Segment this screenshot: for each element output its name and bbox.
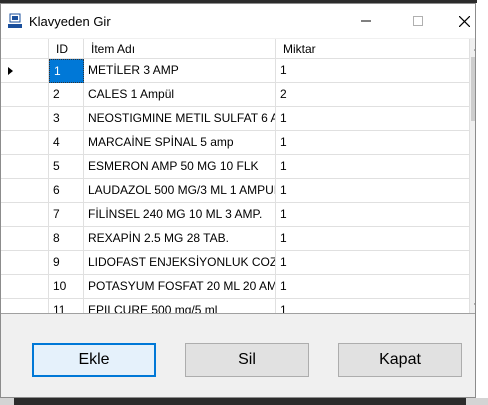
cell-id[interactable]: 8: [49, 227, 84, 251]
cell-id[interactable]: 7: [49, 203, 84, 227]
row-header[interactable]: [1, 131, 49, 155]
row-header[interactable]: [1, 179, 49, 203]
cell-id[interactable]: 9: [49, 251, 84, 275]
close-button[interactable]: Kapat: [338, 343, 462, 377]
cell-item-name[interactable]: LAUDAZOL 500 MG/3 ML 1 AMPUL: [84, 179, 276, 203]
table-row[interactable]: 2 CALES 1 Ampül 2: [1, 83, 470, 107]
cell-item-name[interactable]: NEOSTIGMINE METIL SULFAT 6 A...: [84, 107, 276, 131]
maximize-button[interactable]: [395, 4, 441, 38]
row-header[interactable]: [1, 227, 49, 251]
close-window-button[interactable]: [441, 4, 487, 38]
bezla-app-icon: [7, 13, 23, 29]
cell-id[interactable]: 2: [49, 83, 84, 107]
column-header-item-name[interactable]: İtem Adı: [84, 39, 276, 59]
cell-id[interactable]: 10: [49, 275, 84, 299]
cell-item-name[interactable]: EPILCURE 500 mg/5 ml: [84, 299, 276, 314]
row-header-corner: [1, 39, 49, 59]
cell-quantity[interactable]: 1: [276, 107, 470, 131]
add-button[interactable]: Ekle: [32, 343, 156, 377]
row-header[interactable]: [1, 83, 49, 107]
current-row-arrow-icon: [8, 67, 13, 75]
table-row[interactable]: 9 LIDOFAST ENJEKSİYONLUK COZE... 1: [1, 251, 470, 275]
minimize-icon: [361, 20, 371, 22]
cell-quantity[interactable]: 1: [276, 59, 470, 83]
row-header[interactable]: [1, 275, 49, 299]
maximize-icon: [413, 16, 423, 26]
items-grid[interactable]: ID İtem Adı Miktar 1 METİLER 3 AMP 1 2 CALES…: [1, 39, 475, 314]
cell-quantity[interactable]: 2: [276, 83, 470, 107]
column-header-id[interactable]: ID: [49, 39, 84, 59]
cell-quantity[interactable]: 1: [276, 227, 470, 251]
cell-quantity[interactable]: 1: [276, 131, 470, 155]
cell-item-name[interactable]: CALES 1 Ampül: [84, 83, 276, 107]
scroll-thumb[interactable]: [471, 57, 475, 121]
cell-item-name[interactable]: METİLER 3 AMP: [84, 59, 276, 83]
close-icon: [458, 15, 470, 27]
table-row[interactable]: 11 EPILCURE 500 mg/5 ml 1: [1, 299, 470, 314]
background-right: [477, 0, 488, 398]
row-header[interactable]: [1, 203, 49, 227]
row-header[interactable]: [1, 59, 49, 83]
cell-quantity[interactable]: 1: [276, 299, 470, 314]
chevron-down-icon: [474, 302, 475, 305]
scroll-down-button[interactable]: [470, 297, 475, 314]
cell-quantity[interactable]: 1: [276, 179, 470, 203]
table-row[interactable]: 7 FİLİNSEL 240 MG 10 ML 3 AMP. 1: [1, 203, 470, 227]
minimize-button[interactable]: [343, 4, 389, 38]
cell-quantity[interactable]: 1: [276, 155, 470, 179]
scroll-up-button[interactable]: [470, 39, 475, 56]
cell-id[interactable]: 11: [49, 299, 84, 314]
cell-id[interactable]: 1: [49, 59, 84, 83]
table-row[interactable]: 1 METİLER 3 AMP 1: [1, 59, 470, 83]
delete-button[interactable]: Sil: [185, 343, 309, 377]
vertical-scrollbar[interactable]: [470, 39, 475, 314]
column-header-quantity[interactable]: Miktar: [276, 39, 470, 59]
chevron-up-icon: [474, 48, 475, 51]
row-header[interactable]: [1, 299, 49, 314]
table-row[interactable]: 6 LAUDAZOL 500 MG/3 ML 1 AMPUL 1: [1, 179, 470, 203]
cell-item-name[interactable]: MARCAİNE SPİNAL 5 amp: [84, 131, 276, 155]
cell-id[interactable]: 5: [49, 155, 84, 179]
cell-item-name[interactable]: LIDOFAST ENJEKSİYONLUK COZE...: [84, 251, 276, 275]
cell-id[interactable]: 4: [49, 131, 84, 155]
table-row[interactable]: 5 ESMERON AMP 50 MG 10 FLK 1: [1, 155, 470, 179]
table-row[interactable]: 3 NEOSTIGMINE METIL SULFAT 6 A... 1: [1, 107, 470, 131]
cell-id[interactable]: 3: [49, 107, 84, 131]
cell-quantity[interactable]: 1: [276, 275, 470, 299]
row-header[interactable]: [1, 107, 49, 131]
row-header[interactable]: [1, 155, 49, 179]
dialog-window: Klavyeden Gir ID İtem Adı Miktar 1 METİLE…: [0, 3, 476, 398]
grid-border: [1, 313, 475, 314]
cell-item-name[interactable]: FİLİNSEL 240 MG 10 ML 3 AMP.: [84, 203, 276, 227]
background-bottom: [0, 398, 488, 405]
cell-id[interactable]: 6: [49, 179, 84, 203]
table-row[interactable]: 8 REXAPİN 2.5 MG 28 TAB. 1: [1, 227, 470, 251]
cell-item-name[interactable]: REXAPİN 2.5 MG 28 TAB.: [84, 227, 276, 251]
cell-item-name[interactable]: ESMERON AMP 50 MG 10 FLK: [84, 155, 276, 179]
cell-quantity[interactable]: 1: [276, 203, 470, 227]
table-row[interactable]: 4 MARCAİNE SPİNAL 5 amp 1: [1, 131, 470, 155]
title-bar[interactable]: Klavyeden Gir: [1, 4, 475, 38]
cell-quantity[interactable]: 1: [276, 251, 470, 275]
window-title: Klavyeden Gir: [29, 14, 111, 29]
row-header[interactable]: [1, 251, 49, 275]
table-row[interactable]: 10 POTASYUM FOSFAT 20 ML 20 AM... 1: [1, 275, 470, 299]
cell-item-name[interactable]: POTASYUM FOSFAT 20 ML 20 AM...: [84, 275, 276, 299]
